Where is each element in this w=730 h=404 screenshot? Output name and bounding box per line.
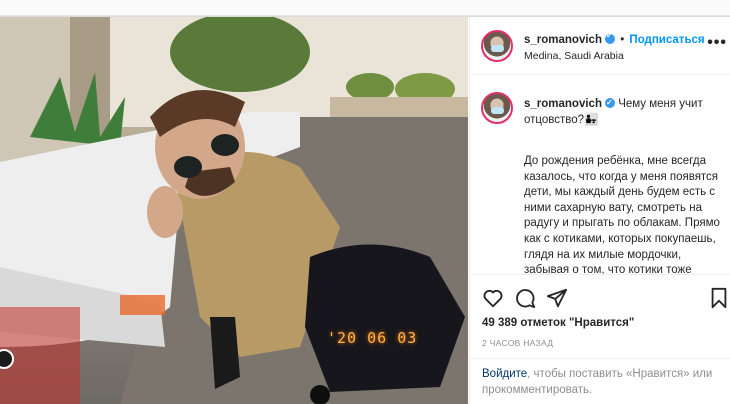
verified-badge-icon [604, 31, 615, 44]
sunglasses-left [174, 156, 202, 178]
browser-top-strip [0, 0, 730, 16]
author-row: s_romanovich • Подписаться [524, 31, 705, 46]
bookmark-icon[interactable] [708, 287, 730, 309]
separator-dot: • [620, 34, 625, 46]
photo-date-stamp: '20 06 03 [327, 329, 418, 347]
palm-tree [346, 73, 394, 101]
caption-avatar[interactable] [481, 92, 513, 124]
avatar[interactable] [481, 30, 513, 62]
caption-area: s_romanovich Чему меня учит отцовство?👨‍… [470, 76, 730, 274]
caption-head: s_romanovich Чему меня учит отцовство?👨‍… [524, 95, 724, 128]
caption-username[interactable]: s_romanovich [524, 98, 602, 110]
login-prompt: Войдите, чтобы поставить «Нравится» или … [470, 358, 730, 404]
instagram-post: '20 06 03 s_romanovich • Подписаться Med… [0, 16, 730, 404]
likes-count[interactable]: 49 389 отметок "Нравится" [482, 317, 634, 329]
author-username[interactable]: s_romanovich [524, 34, 602, 46]
hand [147, 186, 183, 238]
post-photo[interactable]: '20 06 03 [0, 17, 468, 404]
car-light [120, 295, 165, 315]
family-emoji-icon: 👨‍👧 [584, 114, 599, 126]
send-icon[interactable] [546, 287, 568, 309]
trousers [210, 317, 240, 389]
location-link[interactable]: Medina, Saudi Arabia [524, 50, 624, 62]
sunglasses-right [211, 134, 239, 156]
post-actions: 49 389 отметок "Нравится" 2 ЧАСОВ НАЗАД … [470, 274, 730, 404]
follow-button[interactable]: Подписаться [629, 34, 704, 46]
caption-body: До рождения ребёнка, мне всегда казалось… [524, 155, 720, 274]
more-options-icon[interactable]: ••• [707, 34, 727, 52]
comment-icon[interactable] [514, 287, 536, 309]
verified-badge-icon [604, 95, 615, 111]
post-timestamp[interactable]: 2 ЧАСОВ НАЗАД [482, 338, 553, 348]
heart-icon[interactable] [482, 287, 504, 309]
post-header: s_romanovich • Подписаться Medina, Saudi… [470, 17, 730, 75]
post-sidebar: s_romanovich • Подписаться Medina, Saudi… [469, 17, 730, 404]
login-link[interactable]: Войдите [482, 368, 527, 380]
